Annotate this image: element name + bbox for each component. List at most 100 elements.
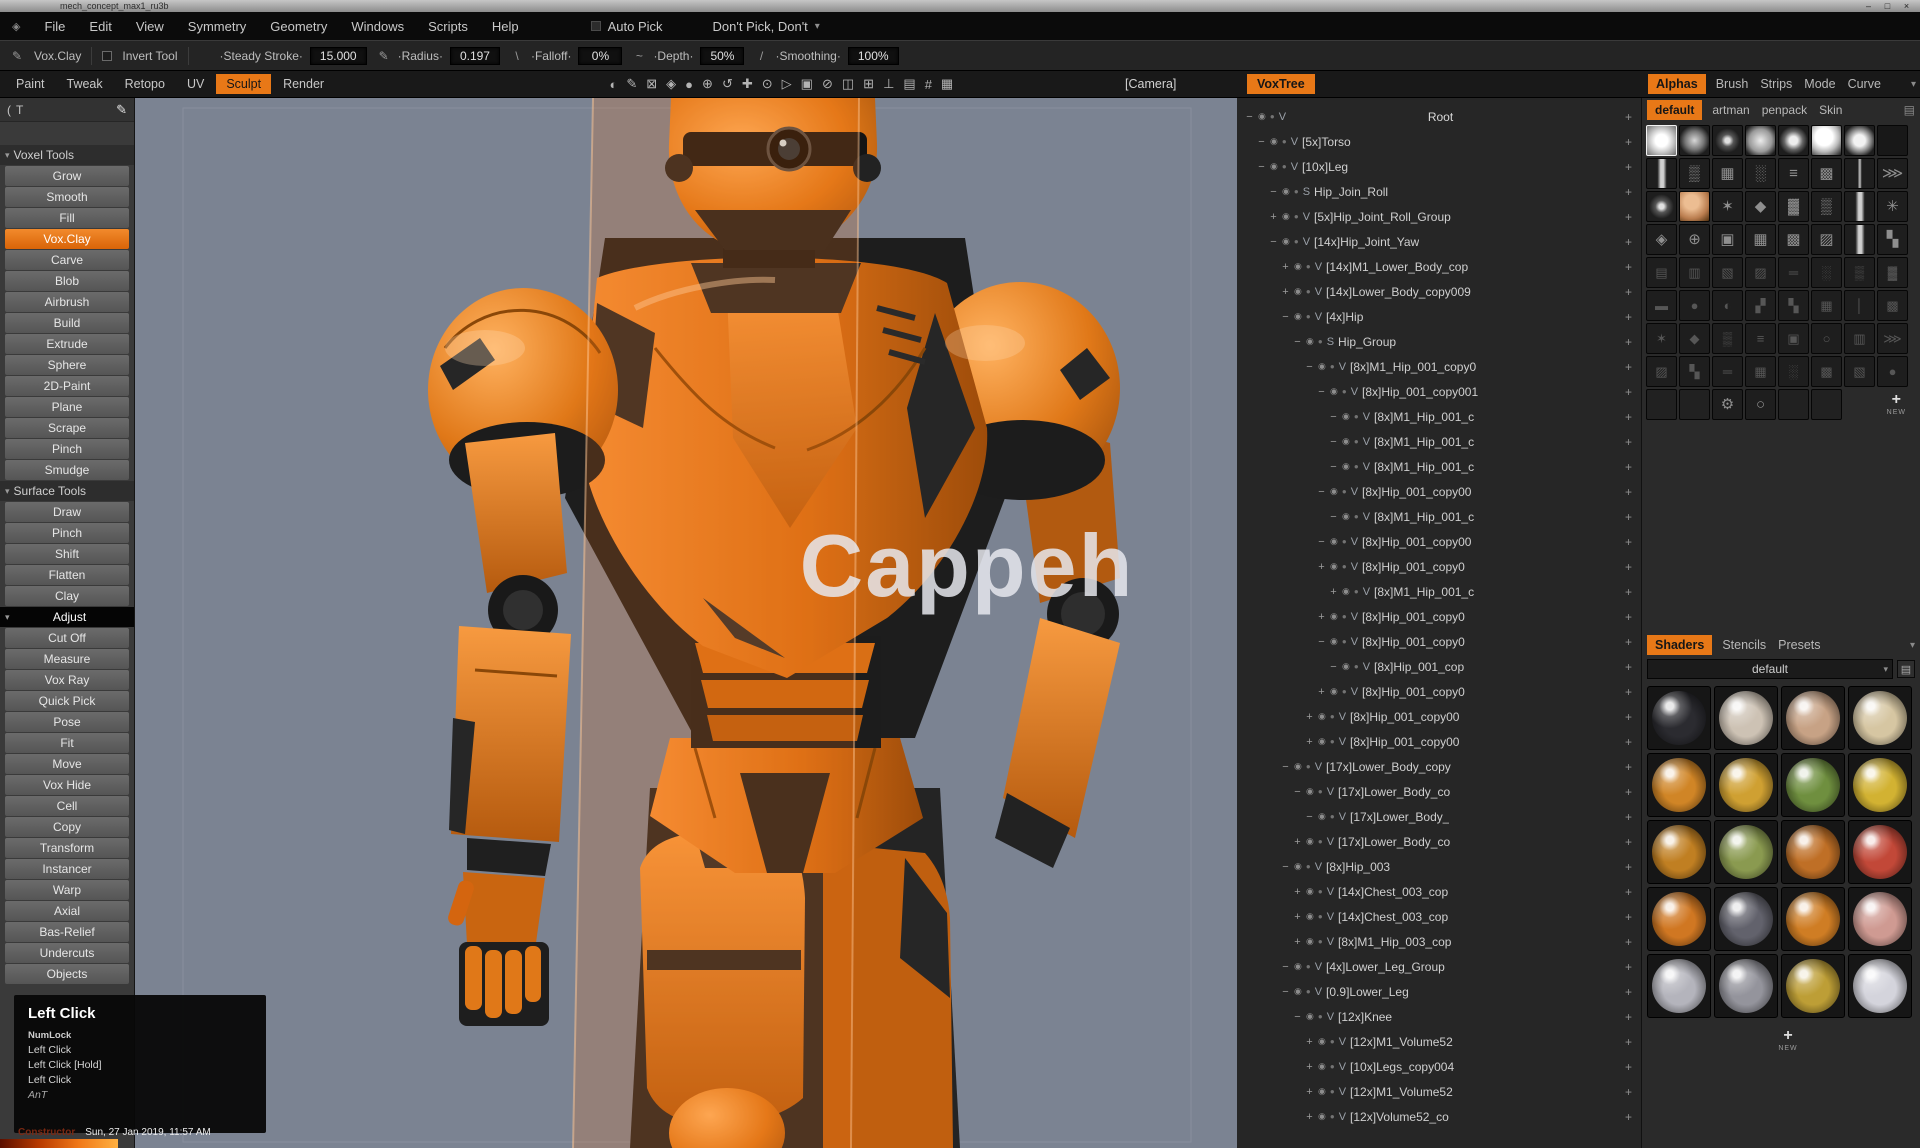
- add-alpha-button[interactable]: + NEW: [1887, 392, 1906, 416]
- voxtree-row[interactable]: − ◉ ● V [8x]Hip_001_copy00 +: [1237, 479, 1641, 504]
- tool-item[interactable]: ▾ Vox.Clay: [5, 229, 129, 249]
- panel-options-icon[interactable]: ▤: [1904, 103, 1915, 117]
- visibility-icon[interactable]: ◉: [1306, 336, 1314, 347]
- auto-pick-toggle[interactable]: Auto Pick: [591, 19, 663, 34]
- alpha-thumbnail[interactable]: [1844, 158, 1875, 189]
- camera-button[interactable]: [Camera]: [1125, 77, 1176, 91]
- voxtree-row[interactable]: + ◉ ● V [10x]Legs_copy004 +: [1237, 1054, 1641, 1079]
- shaders-panel-tab[interactable]: Presets: [1776, 635, 1822, 655]
- alphas-panel-tab[interactable]: Mode: [1802, 74, 1837, 94]
- ghost-icon[interactable]: ●: [1342, 537, 1347, 546]
- expand-toggle-icon[interactable]: −: [1317, 536, 1326, 548]
- visibility-icon[interactable]: ◉: [1270, 161, 1278, 172]
- alpha-thumbnail[interactable]: [1646, 125, 1677, 156]
- layer-label[interactable]: [12x]Knee: [1338, 1010, 1392, 1024]
- ghost-icon[interactable]: ●: [1330, 1112, 1335, 1121]
- visibility-icon[interactable]: ◉: [1306, 936, 1314, 947]
- layer-label[interactable]: [8x]Hip_001_copy0: [1362, 610, 1465, 624]
- alphas-panel-tab[interactable]: Brush: [1714, 74, 1751, 94]
- dont-pick-dropdown[interactable]: Don't Pick, Don't ▾: [713, 19, 820, 34]
- alpha-thumbnail[interactable]: [1679, 125, 1710, 156]
- alpha-thumbnail[interactable]: ▨: [1646, 356, 1677, 387]
- alpha-thumbnail[interactable]: ⋙: [1877, 158, 1908, 189]
- expand-toggle-icon[interactable]: −: [1305, 361, 1314, 373]
- alpha-subtab[interactable]: Skin: [1817, 100, 1844, 120]
- alpha-thumbnail[interactable]: ▒: [1844, 257, 1875, 288]
- tool-item[interactable]: ▾ Axial: [5, 901, 129, 921]
- layer-label[interactable]: [4x]Hip: [1326, 310, 1363, 324]
- visibility-icon[interactable]: ◉: [1330, 561, 1338, 572]
- tool-item[interactable]: ▾ Quick Pick: [5, 691, 129, 711]
- tool-item[interactable]: ▾ Pinch: [5, 523, 129, 543]
- expand-toggle-icon[interactable]: +: [1281, 286, 1290, 298]
- shader-thumbnail[interactable]: [1714, 954, 1778, 1018]
- alpha-thumbnail[interactable]: ⊕: [1679, 224, 1710, 255]
- shader-thumbnail[interactable]: [1714, 820, 1778, 884]
- visibility-icon[interactable]: ◉: [1342, 411, 1350, 422]
- pencil-icon[interactable]: ✎: [116, 102, 127, 118]
- visibility-icon[interactable]: ◉: [1294, 761, 1302, 772]
- tool-item[interactable]: ▾ Copy: [5, 817, 129, 837]
- add-child-button[interactable]: +: [1625, 110, 1641, 124]
- expand-toggle-icon[interactable]: +: [1293, 886, 1302, 898]
- layer-label[interactable]: [5x]Torso: [1302, 135, 1351, 149]
- chevron-down-icon[interactable]: ▾: [1910, 640, 1915, 651]
- expand-toggle-icon[interactable]: −: [1293, 336, 1302, 348]
- alpha-thumbnail[interactable]: ▦: [1745, 224, 1776, 255]
- expand-toggle-icon[interactable]: +: [1317, 686, 1326, 698]
- alpha-thumbnail[interactable]: ▒: [1811, 191, 1842, 222]
- tool-item[interactable]: ▾ Build: [5, 313, 129, 333]
- expand-toggle-icon[interactable]: −: [1245, 111, 1254, 123]
- visibility-icon[interactable]: ◉: [1318, 1061, 1326, 1072]
- alpha-thumbnail[interactable]: [1811, 389, 1842, 420]
- alpha-thumbnail[interactable]: [1646, 158, 1677, 189]
- tool-item[interactable]: ▾ Warp: [5, 880, 129, 900]
- alpha-thumbnail[interactable]: ▩: [1877, 290, 1908, 321]
- minimize-button[interactable]: –: [1861, 1, 1876, 11]
- visibility-icon[interactable]: ◉: [1282, 211, 1290, 222]
- visibility-icon[interactable]: ◉: [1342, 586, 1350, 597]
- voxtree-row[interactable]: − ◉ ● V [4x]Lower_Leg_Group +: [1237, 954, 1641, 979]
- menu-item[interactable]: Symmetry: [188, 19, 247, 34]
- visibility-icon[interactable]: ◉: [1282, 236, 1290, 247]
- alpha-thumbnail[interactable]: ◆: [1679, 323, 1710, 354]
- add-child-button[interactable]: +: [1625, 910, 1641, 924]
- add-child-button[interactable]: +: [1625, 760, 1641, 774]
- shader-thumbnail[interactable]: [1848, 753, 1912, 817]
- layer-label[interactable]: [8x]M1_Hip_001_c: [1374, 410, 1474, 424]
- voxtree-row[interactable]: − ◉ ● V [8x]Hip_001_copy001 +: [1237, 379, 1641, 404]
- toolbar-icon[interactable]: ⊞: [860, 76, 878, 92]
- voxtree-row[interactable]: − ◉ ● V [0.9]Lower_Leg +: [1237, 979, 1641, 1004]
- add-child-button[interactable]: +: [1625, 860, 1641, 874]
- toolbar-icon[interactable]: ▤: [900, 76, 919, 92]
- room-tab[interactable]: Tweak: [57, 74, 113, 94]
- add-shader-button[interactable]: + NEW: [1656, 1028, 1920, 1052]
- expand-toggle-icon[interactable]: +: [1293, 936, 1302, 948]
- voxtree-row[interactable]: − ◉ ● V [17x]Lower_Body_ +: [1237, 804, 1641, 829]
- tool-item[interactable]: ▾ Smudge: [5, 460, 129, 480]
- toolbar-icon[interactable]: ✚: [738, 76, 756, 92]
- visibility-icon[interactable]: ◉: [1342, 461, 1350, 472]
- ghost-icon[interactable]: ●: [1354, 662, 1359, 671]
- alpha-thumbnail[interactable]: ▧: [1712, 257, 1743, 288]
- alphas-panel-tab[interactable]: Alphas: [1648, 74, 1706, 94]
- visibility-icon[interactable]: ◉: [1270, 136, 1278, 147]
- alpha-subtab[interactable]: default: [1647, 100, 1702, 120]
- alpha-thumbnail[interactable]: ⚙: [1712, 389, 1743, 420]
- tool-item[interactable]: ▾ Fill: [5, 208, 129, 228]
- voxtree-row[interactable]: + ◉ ● V [8x]Hip_001_copy0 +: [1237, 604, 1641, 629]
- voxtree-row[interactable]: − ◉ ● S Hip_Join_Roll +: [1237, 179, 1641, 204]
- voxtree-row[interactable]: − ◉ ● S Hip_Group +: [1237, 329, 1641, 354]
- alpha-thumbnail[interactable]: ◐: [1712, 290, 1743, 321]
- menu-item[interactable]: Help: [492, 19, 519, 34]
- alpha-thumbnail[interactable]: [1877, 125, 1908, 156]
- alpha-thumbnail[interactable]: ▤: [1646, 257, 1677, 288]
- alpha-thumbnail[interactable]: ▓: [1778, 191, 1809, 222]
- maximize-button[interactable]: □: [1880, 1, 1895, 11]
- layer-label[interactable]: [8x]M1_Hip_001_c: [1374, 460, 1474, 474]
- alpha-thumbnail[interactable]: ▩: [1811, 158, 1842, 189]
- add-child-button[interactable]: +: [1625, 485, 1641, 499]
- expand-toggle-icon[interactable]: −: [1293, 786, 1302, 798]
- toolbar-icon[interactable]: ⊥: [880, 76, 898, 92]
- ghost-icon[interactable]: ●: [1342, 562, 1347, 571]
